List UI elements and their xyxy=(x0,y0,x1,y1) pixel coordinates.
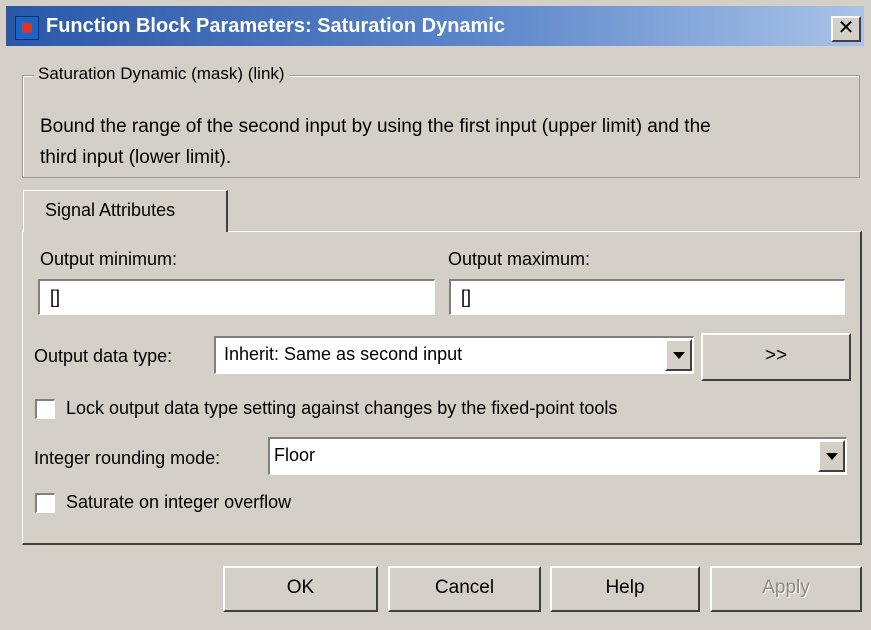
output-data-type-label: Output data type: xyxy=(34,346,173,366)
description-text: Bound the range of the second input by u… xyxy=(40,111,830,173)
output-minimum-field[interactable]: [] xyxy=(38,279,435,315)
saturate-checkbox[interactable] xyxy=(35,493,55,513)
lock-output-label: Lock output data type setting against ch… xyxy=(66,398,618,418)
ok-button[interactable]: OK xyxy=(223,566,378,612)
help-button[interactable]: Help xyxy=(550,566,700,612)
description-line-1: Bound the range of the second input by u… xyxy=(40,116,711,137)
output-data-type-value: Inherit: Same as second input xyxy=(224,344,463,364)
chevron-down-icon[interactable] xyxy=(665,339,692,371)
output-minimum-label: Output minimum: xyxy=(40,249,178,269)
close-button[interactable]: ✕ xyxy=(831,16,861,42)
output-maximum-value: [] xyxy=(461,287,472,307)
description-line-2: third input (lower limit). xyxy=(40,147,232,168)
output-maximum-field[interactable]: [] xyxy=(449,279,845,315)
tab-label: Signal Attributes xyxy=(45,200,176,220)
chevron-down-icon[interactable] xyxy=(818,440,845,472)
data-type-assistant-button[interactable]: >> xyxy=(701,333,851,381)
cancel-button[interactable]: Cancel xyxy=(388,566,541,612)
close-icon: ✕ xyxy=(837,17,855,39)
rounding-mode-value: Floor xyxy=(274,445,316,465)
apply-button[interactable]: Apply xyxy=(710,566,862,612)
output-minimum-value: [] xyxy=(50,287,61,307)
lock-output-checkbox[interactable] xyxy=(35,399,55,419)
title-bar[interactable]: Function Block Parameters: Saturation Dy… xyxy=(6,6,864,46)
rounding-mode-select[interactable]: Floor xyxy=(268,437,847,475)
output-data-type-select[interactable]: Inherit: Same as second input xyxy=(214,336,694,374)
tab-signal-attributes[interactable]: Signal Attributes xyxy=(23,190,228,232)
window-title: Function Block Parameters: Saturation Dy… xyxy=(46,15,506,37)
saturate-label: Saturate on integer overflow xyxy=(66,492,292,512)
description-legend: Saturation Dynamic (mask) (link) xyxy=(34,64,289,84)
rounding-mode-label: Integer rounding mode: xyxy=(34,448,221,468)
output-maximum-label: Output maximum: xyxy=(448,249,591,269)
dialog-window: Function Block Parameters: Saturation Dy… xyxy=(0,0,871,630)
simulink-block-icon xyxy=(15,16,39,40)
